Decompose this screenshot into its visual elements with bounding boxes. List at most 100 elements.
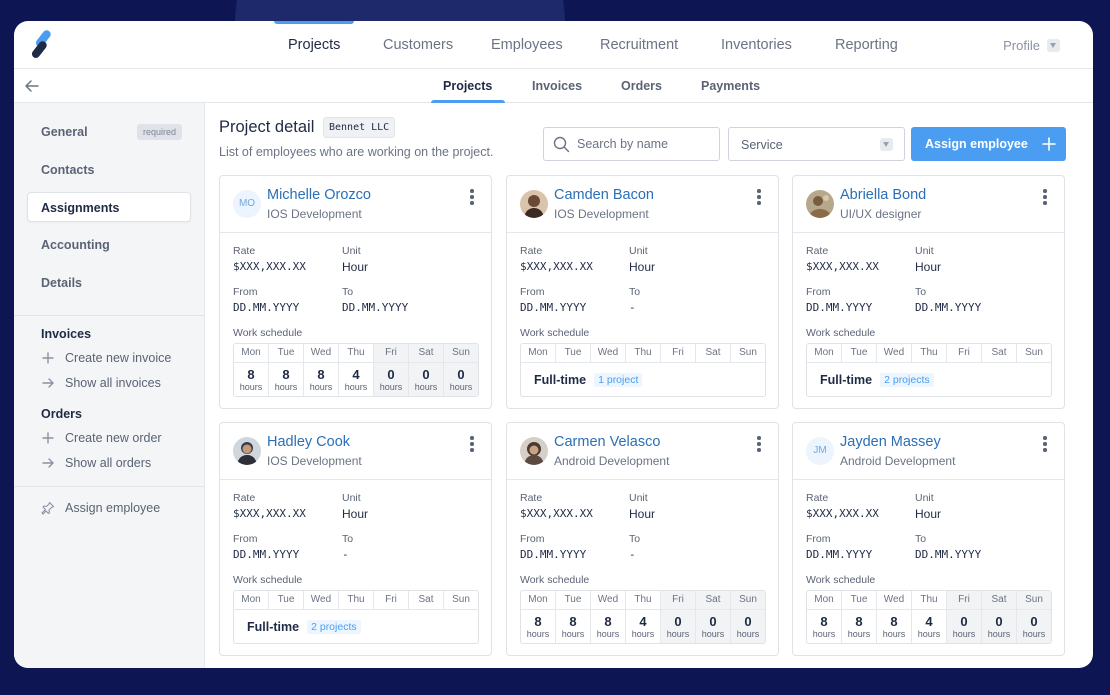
create-invoice-label: Create new invoice — [65, 351, 172, 365]
employee-name[interactable]: Michelle Orozco — [267, 187, 371, 203]
schedule-hour-value: 4 — [639, 614, 647, 629]
employee-name[interactable]: Hadley Cook — [267, 434, 350, 450]
rate-label: Rate — [806, 492, 829, 504]
tab-payments[interactable]: Payments — [701, 79, 760, 93]
arrow-left-icon[interactable] — [24, 78, 40, 94]
show-orders-link[interactable]: Show all orders — [41, 456, 151, 470]
top-navigation: Projects Customers Employees Recruitment… — [14, 21, 1093, 69]
create-order-link[interactable]: Create new order — [41, 431, 162, 445]
work-schedule-label: Work schedule — [233, 327, 303, 339]
schedule-hours-row: 8 hours 8 hours 8 hours 4 hours 0 hours 0 hours 0 hou… — [521, 610, 765, 643]
schedule-hour-unit: hours — [736, 629, 760, 639]
schedule-hour-unit: hours — [414, 382, 438, 392]
unit-value: Hour — [915, 507, 942, 521]
rate-value: $XXX,XXX.XX — [520, 260, 593, 273]
show-invoices-link[interactable]: Show all invoices — [41, 376, 161, 390]
avatar — [806, 190, 834, 218]
topnav-projects[interactable]: Projects — [288, 37, 340, 53]
topnav-reporting[interactable]: Reporting — [835, 37, 898, 53]
from-date: DD.MM.YYYY — [520, 301, 587, 314]
schedule-hour-value: 0 — [960, 614, 968, 629]
sidebar-item-details[interactable]: Details — [41, 276, 82, 290]
schedule-hour-cell: 8 hours — [842, 610, 877, 643]
employee-role: IOS Development — [554, 207, 649, 221]
employee-name[interactable]: Camden Bacon — [554, 187, 654, 203]
employee-name[interactable]: Abriella Bond — [840, 187, 926, 203]
tab-orders[interactable]: Orders — [621, 79, 662, 93]
schedule-days-row: Mon Tue Wed Thu Fri Sat Sun — [807, 344, 1051, 363]
rate-label: Rate — [233, 245, 256, 257]
avatar — [520, 437, 548, 465]
employee-card-header: JM Jayden Massey Android Development — [793, 423, 1064, 480]
pin-icon — [41, 501, 55, 515]
more-options-icon[interactable] — [757, 189, 761, 205]
projects-count-link[interactable]: 1 project — [594, 373, 643, 387]
work-schedule-table: Mon Tue Wed Thu Fri Sat Sun Full-time 2 projects — [806, 343, 1052, 397]
work-schedule-label: Work schedule — [520, 574, 590, 586]
from-label: From — [233, 533, 258, 545]
employee-card-header: Abriella Bond UI/UX designer — [793, 176, 1064, 233]
projects-count-link[interactable]: 2 projects — [880, 373, 934, 387]
to-date: - — [342, 548, 349, 561]
from-date: DD.MM.YYYY — [233, 548, 300, 561]
show-orders-label: Show all orders — [65, 456, 152, 470]
schedule-hour-unit: hours — [631, 629, 655, 639]
service-select[interactable]: Service — [728, 127, 905, 161]
schedule-day-label: Mon — [807, 344, 842, 362]
page-title: Project detail — [219, 118, 315, 136]
schedule-day-label: Wed — [591, 344, 626, 362]
work-schedule-label: Work schedule — [806, 574, 876, 586]
schedule-day-label: Mon — [521, 591, 556, 609]
show-invoices-label: Show all invoices — [65, 376, 161, 390]
topnav-employees[interactable]: Employees — [491, 37, 563, 53]
topnav-recruitment[interactable]: Recruitment — [600, 37, 678, 53]
schedule-day-label: Fri — [374, 591, 409, 609]
fulltime-label: Full-time — [247, 620, 300, 634]
employee-role: Android Development — [554, 454, 670, 468]
tab-invoices[interactable]: Invoices — [532, 79, 582, 93]
sidebar-divider — [14, 315, 205, 316]
more-options-icon[interactable] — [757, 436, 761, 452]
service-select-value: Service — [741, 138, 783, 152]
sidebar-item-contacts[interactable]: Contacts — [41, 163, 94, 177]
sidebar-item-general[interactable]: General — [41, 125, 88, 139]
sidebar-orders-heading: Orders — [41, 407, 82, 421]
employee-card-header: Hadley Cook IOS Development — [220, 423, 491, 480]
sidebar-item-assignments[interactable]: Assignments — [27, 192, 191, 222]
employee-name[interactable]: Carmen Velasco — [554, 434, 660, 450]
schedule-day-label: Fri — [661, 344, 696, 362]
unit-label: Unit — [629, 492, 648, 504]
sidebar-item-accounting[interactable]: Accounting — [41, 238, 110, 252]
projects-count-link[interactable]: 2 projects — [307, 620, 361, 634]
app-logo-icon[interactable] — [30, 30, 54, 60]
assign-employee-button[interactable]: Assign employee — [911, 127, 1066, 161]
assign-employee-link[interactable]: Assign employee — [41, 501, 160, 515]
schedule-hour-cell: 0 hours — [947, 610, 982, 643]
schedule-hour-cell: 8 hours — [591, 610, 626, 643]
subnav-active-indicator — [431, 100, 505, 103]
create-invoice-link[interactable]: Create new invoice — [41, 351, 171, 365]
topnav-inventories[interactable]: Inventories — [721, 37, 792, 53]
more-options-icon[interactable] — [1043, 189, 1047, 205]
more-options-icon[interactable] — [470, 189, 474, 205]
employee-name[interactable]: Jayden Massey — [840, 434, 941, 450]
more-options-icon[interactable] — [470, 436, 474, 452]
work-schedule-table: Mon Tue Wed Thu Fri Sat Sun 8 hours 8 hours 8 hours 4… — [806, 590, 1052, 644]
more-options-icon[interactable] — [1043, 436, 1047, 452]
schedule-hour-value: 0 — [387, 367, 395, 382]
work-schedule-label: Work schedule — [520, 327, 590, 339]
schedule-day-label: Sun — [444, 344, 478, 362]
to-date: DD.MM.YYYY — [342, 301, 409, 314]
schedule-day-label: Sun — [452, 594, 470, 605]
schedule-day-label: Tue — [269, 344, 304, 362]
schedule-day-label: Sat — [982, 591, 1017, 609]
schedule-day-label: Thu — [339, 591, 374, 609]
topnav-customers[interactable]: Customers — [383, 37, 453, 53]
schedule-day-label: Sat — [409, 591, 444, 609]
search-box — [543, 127, 720, 161]
tab-projects[interactable]: Projects — [443, 79, 492, 93]
work-schedule-table: Mon Tue Wed Thu Fri Sat Sun 8 hours 8 hours 8 hours 4… — [233, 343, 479, 397]
search-input[interactable] — [577, 137, 707, 151]
schedule-day-label: Sun — [731, 591, 765, 609]
profile-menu[interactable]: Profile — [1003, 38, 1060, 53]
